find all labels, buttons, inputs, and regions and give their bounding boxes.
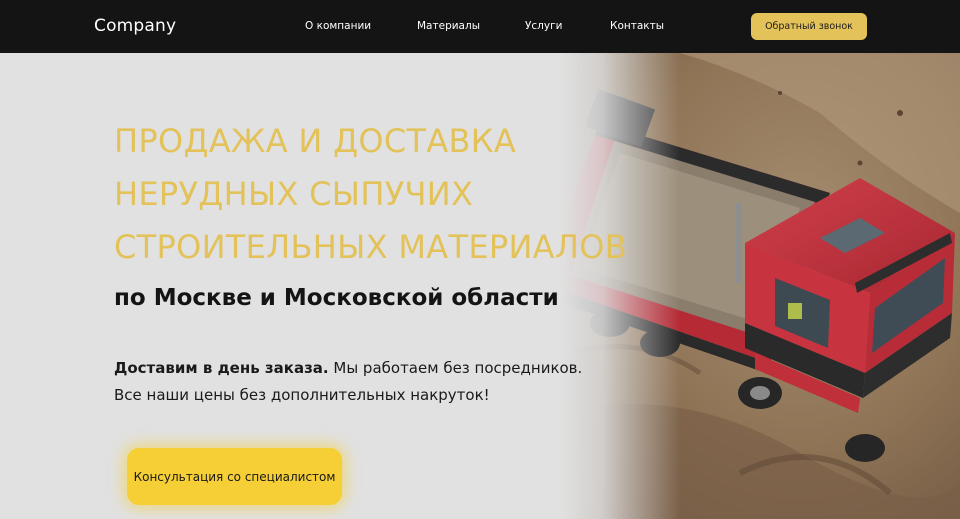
description-rest: Мы работаем без посредников. — [328, 359, 583, 377]
hero-headline: ПРОДАЖА И ДОСТАВКА НЕРУДНЫХ СЫПУЧИХ СТРО… — [114, 115, 634, 274]
nav-item-materials[interactable]: Материалы — [417, 20, 480, 32]
nav-item-about[interactable]: О компании — [305, 20, 371, 32]
consultation-button[interactable]: Консультация со специалистом — [127, 448, 342, 505]
description-line-1: Доставим в день заказа. Мы работаем без … — [114, 355, 582, 382]
hero-subheadline: по Москве и Московской области — [114, 285, 559, 311]
nav-item-services[interactable]: Услуги — [525, 20, 562, 32]
site-header: Company О компании Материалы Услуги Конт… — [0, 0, 960, 53]
callback-button[interactable]: Обратный звонок — [751, 13, 867, 40]
hero-description: Доставим в день заказа. Мы работаем без … — [114, 355, 582, 409]
headline-line-2: НЕРУДНЫХ СЫПУЧИХ — [114, 175, 474, 213]
description-bold: Доставим в день заказа. — [114, 359, 329, 377]
nav-item-contacts[interactable]: Контакты — [610, 20, 664, 32]
headline-line-1: ПРОДАЖА И ДОСТАВКА — [114, 122, 517, 160]
description-line-2: Все наши цены без дополнительных накруто… — [114, 386, 490, 404]
headline-line-3: СТРОИТЕЛЬНЫХ МАТЕРИАЛОВ — [114, 228, 627, 266]
hero-section: ПРОДАЖА И ДОСТАВКА НЕРУДНЫХ СЫПУЧИХ СТРО… — [0, 53, 960, 519]
